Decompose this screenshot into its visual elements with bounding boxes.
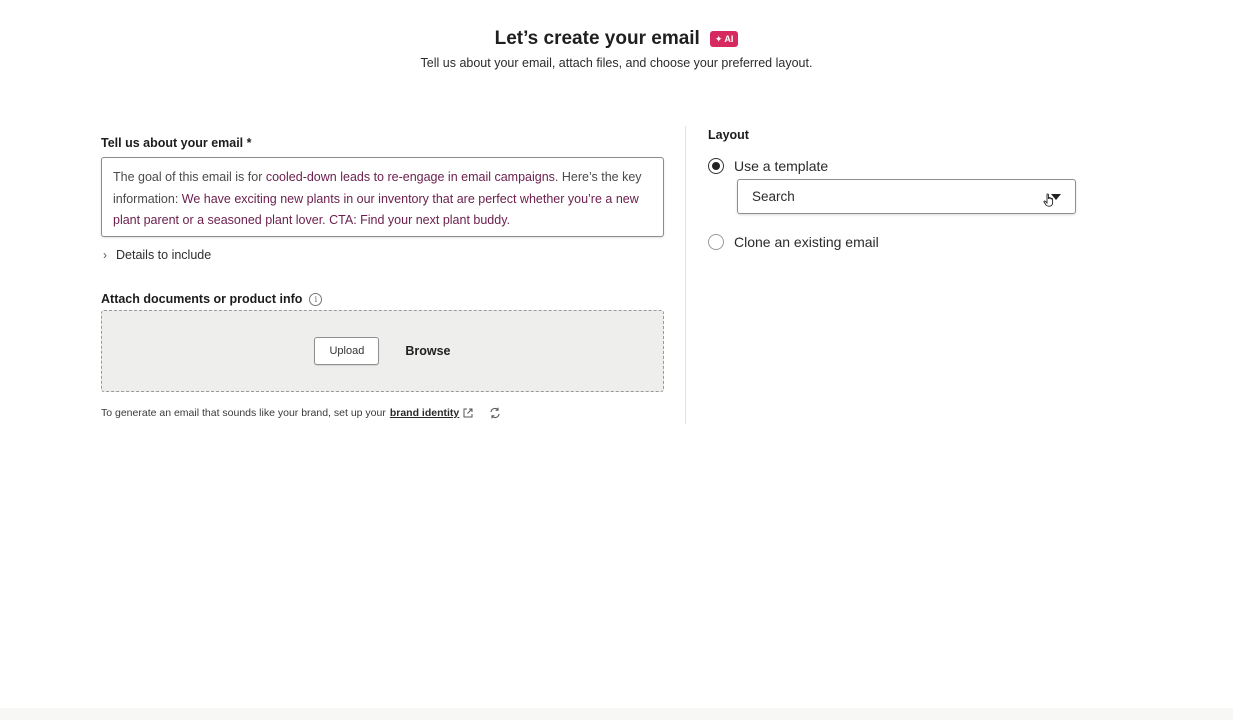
clone-email-radio[interactable]: [708, 234, 724, 250]
footnote-text: To generate an email that sounds like yo…: [101, 407, 386, 419]
prompt-text-2: cooled-down leads to re-engage in email …: [265, 170, 555, 184]
file-dropzone[interactable]: Upload Browse: [101, 310, 664, 392]
attach-label: Attach documents or product info: [101, 292, 303, 306]
email-details-panel: Tell us about your email * The goal of t…: [101, 136, 664, 419]
details-to-include-toggle[interactable]: › Details to include: [101, 248, 664, 262]
page-title: Let’s create your email: [494, 28, 700, 49]
details-label: Details to include: [116, 248, 212, 262]
ai-badge: ✦ AI: [709, 31, 739, 47]
upload-button[interactable]: Upload: [314, 337, 380, 365]
use-template-option[interactable]: Use a template: [708, 158, 1078, 174]
use-template-label: Use a template: [734, 158, 829, 174]
template-search-dropdown[interactable]: Search: [737, 179, 1076, 214]
refresh-icon[interactable]: [489, 407, 501, 419]
attach-header: Attach documents or product info i: [101, 292, 664, 306]
prompt-text-4: We have exciting new plants in our inven…: [113, 191, 639, 228]
email-description-textarea[interactable]: The goal of this email is for cooled-dow…: [101, 157, 664, 237]
layout-label: Layout: [708, 128, 749, 142]
prompt-text-1: The goal of this email is for: [113, 170, 266, 184]
browse-link[interactable]: Browse: [405, 344, 450, 358]
brand-identity-link[interactable]: brand identity: [390, 407, 459, 419]
layout-panel: Layout Use a template Search Clone an ex…: [708, 128, 1078, 250]
chevron-right-icon: ›: [103, 248, 107, 262]
external-link-icon[interactable]: [463, 408, 473, 418]
use-template-radio[interactable]: [708, 158, 724, 174]
bottom-strip: [0, 708, 1233, 720]
prompt-label: Tell us about your email *: [101, 136, 252, 150]
page-header: Let’s create your email ✦ AI Tell us abo…: [0, 28, 1233, 70]
clone-email-label: Clone an existing email: [734, 234, 879, 250]
sparkle-icon: ✦: [714, 34, 723, 44]
column-divider: [685, 126, 686, 424]
template-search-value: Search: [752, 189, 795, 204]
ai-badge-label: AI: [724, 34, 734, 44]
clone-email-option[interactable]: Clone an existing email: [708, 234, 1078, 250]
title-row: Let’s create your email ✦ AI: [495, 28, 739, 50]
info-icon[interactable]: i: [309, 292, 323, 306]
page-subtitle: Tell us about your email, attach files, …: [420, 56, 813, 70]
pointer-cursor-icon: [1043, 193, 1055, 210]
brand-footnote: To generate an email that sounds like yo…: [101, 407, 664, 419]
